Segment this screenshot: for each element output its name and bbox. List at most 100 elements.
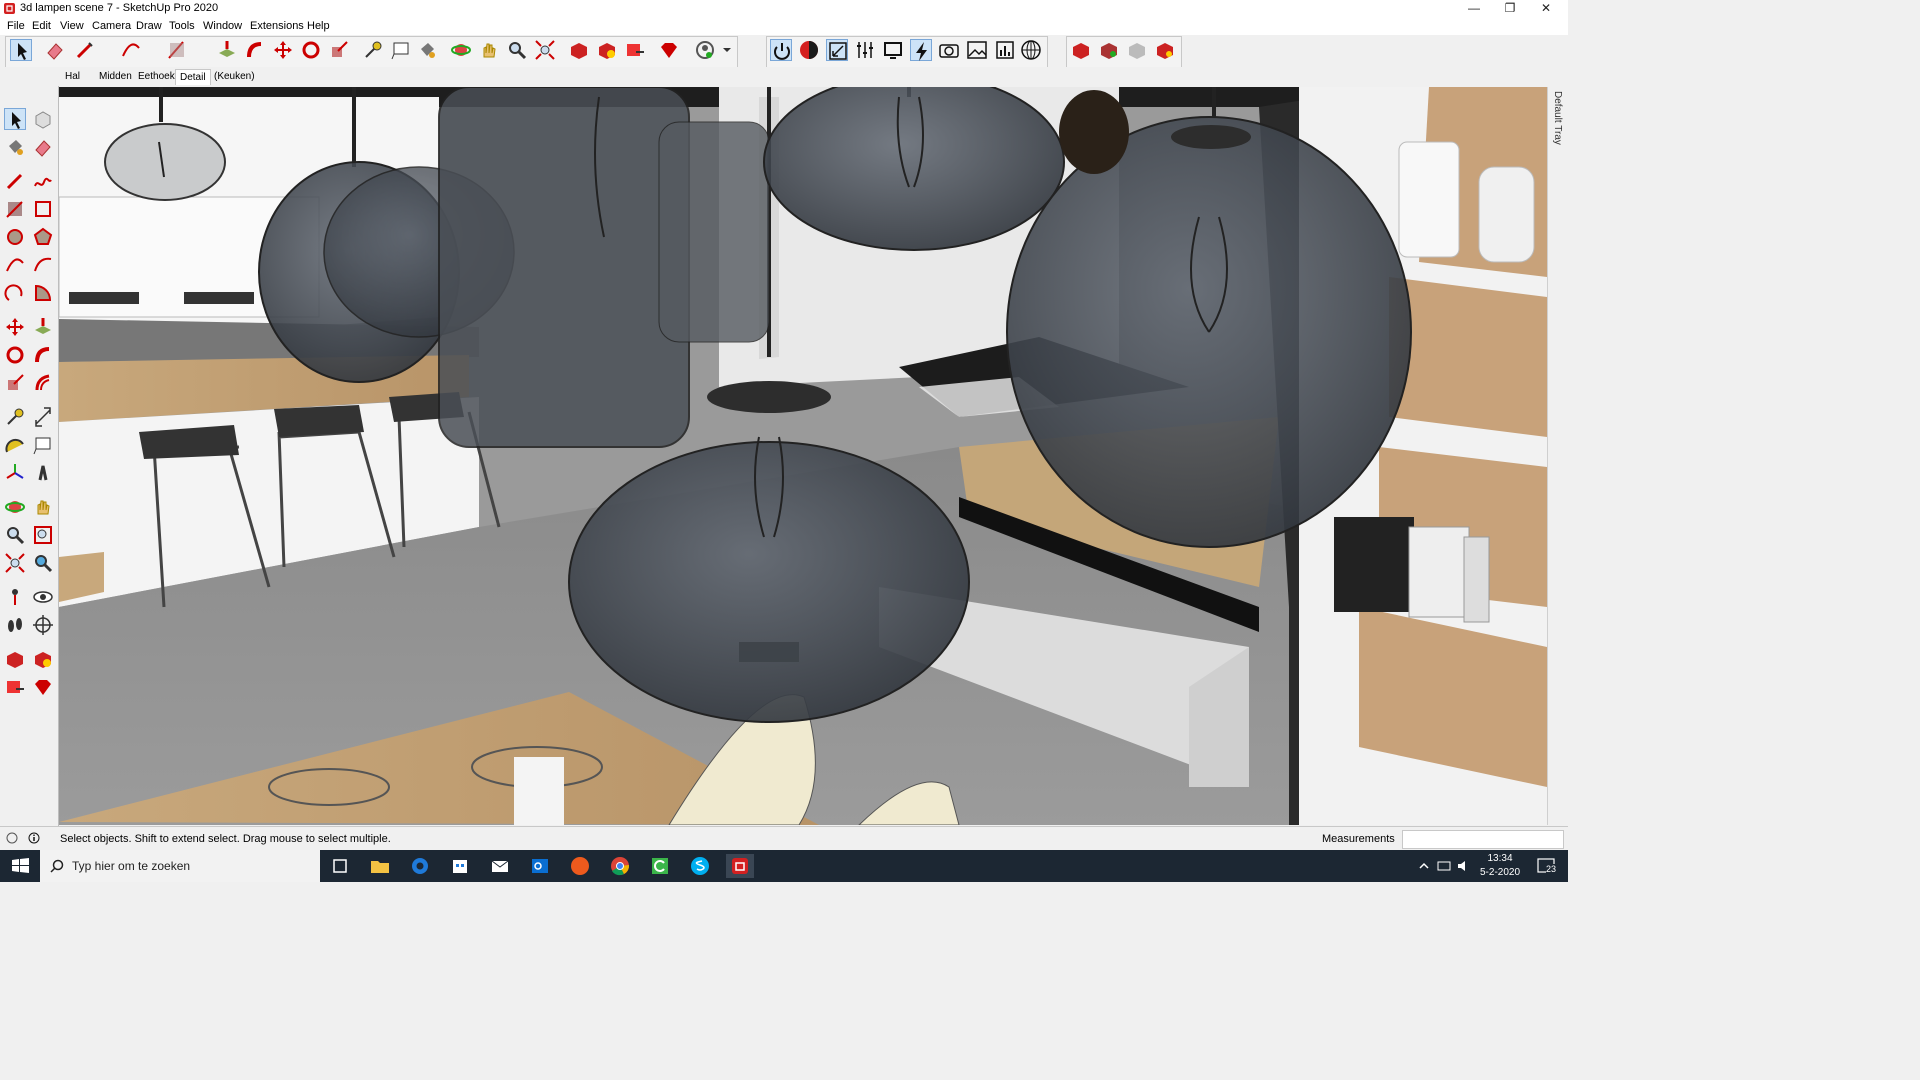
globe-icon[interactable]	[1020, 39, 1042, 61]
stats-icon[interactable]	[994, 39, 1016, 61]
menu-file[interactable]: File	[7, 20, 25, 32]
zoom-extents-tool-icon[interactable]	[4, 552, 26, 574]
select-tool-icon[interactable]	[4, 108, 26, 130]
offset-tool-icon[interactable]	[32, 372, 54, 394]
menu-window[interactable]: Window	[203, 20, 242, 32]
eraser-tool-icon[interactable]	[32, 136, 54, 158]
line-tool-icon[interactable]	[4, 170, 26, 192]
orbit-tool-icon[interactable]	[4, 496, 26, 518]
geolocation-icon[interactable]	[6, 832, 18, 844]
position-camera-tool-icon[interactable]	[4, 586, 26, 608]
store-icon[interactable]	[446, 854, 474, 878]
power-icon[interactable]	[770, 39, 792, 61]
eraser-icon[interactable]	[44, 39, 66, 61]
text-icon[interactable]	[390, 39, 412, 61]
plugin-b-icon[interactable]	[1098, 39, 1120, 61]
image-editor-icon[interactable]	[966, 39, 988, 61]
extension-manager-icon[interactable]	[658, 39, 680, 61]
tape-measure-tool-icon[interactable]	[4, 406, 26, 428]
3d-viewport[interactable]	[59, 87, 1547, 825]
layout-tool-icon[interactable]	[4, 676, 26, 698]
follow-me-tool-icon[interactable]	[32, 344, 54, 366]
look-around-tool-icon[interactable]	[32, 586, 54, 608]
push-pull-tool-icon[interactable]	[32, 316, 54, 338]
select-icon[interactable]	[10, 39, 32, 61]
move-tool-icon[interactable]	[4, 316, 26, 338]
scale-window-icon[interactable]	[826, 39, 848, 61]
3d-text-tool-icon[interactable]	[32, 462, 54, 484]
pan-tool-icon[interactable]	[32, 496, 54, 518]
walk-tool-icon[interactable]	[4, 614, 26, 636]
push-pull-icon[interactable]	[216, 39, 238, 61]
move-icon[interactable]	[272, 39, 294, 61]
sketchup-taskbar-icon[interactable]	[726, 854, 754, 878]
menu-help[interactable]: Help	[307, 20, 330, 32]
scene-tab-keuken[interactable]: (Keuken)	[210, 69, 259, 84]
pie-tool-icon[interactable]	[32, 282, 54, 304]
taskbar-clock[interactable]: 13:34 5-2-2020	[1476, 852, 1524, 880]
3d-warehouse-icon[interactable]	[568, 39, 590, 61]
menu-edit[interactable]: Edit	[32, 20, 51, 32]
lightning-icon[interactable]	[910, 39, 932, 61]
previous-view-tool-icon[interactable]	[32, 552, 54, 574]
three-point-arc-tool-icon[interactable]	[4, 282, 26, 304]
freehand-tool-icon[interactable]	[32, 170, 54, 192]
account-icon[interactable]	[694, 39, 716, 61]
zoom-tool-icon[interactable]	[4, 524, 26, 546]
skype-icon[interactable]	[686, 854, 714, 878]
scene-tab-midden[interactable]: Midden	[95, 69, 136, 84]
edge-icon[interactable]	[406, 854, 434, 878]
paint-bucket-icon[interactable]	[416, 39, 438, 61]
zoom-icon[interactable]	[506, 39, 528, 61]
pan-icon[interactable]	[478, 39, 500, 61]
menu-extensions[interactable]: Extensions	[250, 20, 304, 32]
render-icon[interactable]	[798, 39, 820, 61]
arc-icon[interactable]	[120, 39, 142, 61]
network-icon[interactable]	[1430, 854, 1451, 878]
rotate-tool-icon[interactable]	[4, 344, 26, 366]
close-button[interactable]: ✕	[1528, 0, 1564, 18]
scene-tab-detail[interactable]: Detail	[175, 69, 211, 85]
act-app-icon[interactable]	[566, 854, 594, 878]
settings-sliders-icon[interactable]	[854, 39, 876, 61]
volume-icon[interactable]	[1450, 854, 1470, 878]
scene-tab-eethoek[interactable]: Eethoek	[134, 69, 179, 84]
rotated-rectangle-tool-icon[interactable]	[32, 198, 54, 220]
chrome-icon[interactable]	[606, 854, 634, 878]
task-view-icon[interactable]	[326, 854, 354, 878]
polygon-tool-icon[interactable]	[32, 226, 54, 248]
protractor-tool-icon[interactable]	[4, 434, 26, 456]
camera-icon[interactable]	[938, 39, 960, 61]
two-point-arc-tool-icon[interactable]	[32, 254, 54, 276]
default-tray-label[interactable]: Default Tray	[1552, 91, 1563, 145]
outlook-icon[interactable]	[526, 854, 554, 878]
arc-tool-icon[interactable]	[4, 254, 26, 276]
tray-chevron-icon[interactable]	[1410, 854, 1430, 878]
notification-center-icon[interactable]: 23	[1532, 854, 1562, 878]
account-dropdown-chevron-icon[interactable]	[716, 39, 731, 61]
menu-view[interactable]: View	[60, 20, 84, 32]
scene-tab-hal[interactable]: Hal	[61, 69, 84, 84]
text-tool-icon[interactable]	[32, 434, 54, 456]
plugin-c-icon[interactable]	[1126, 39, 1148, 61]
orbit-icon[interactable]	[450, 39, 472, 61]
measurements-input[interactable]	[1402, 830, 1564, 849]
default-tray[interactable]: Default Tray	[1547, 87, 1569, 825]
menu-tools[interactable]: Tools	[169, 20, 195, 32]
taskbar-search[interactable]: Typ hier om te zoeken	[40, 850, 320, 882]
scale-icon[interactable]	[328, 39, 350, 61]
layout-send-icon[interactable]	[624, 39, 646, 61]
plugin-a-icon[interactable]	[1070, 39, 1092, 61]
follow-me-icon[interactable]	[244, 39, 266, 61]
rendered-scene[interactable]	[59, 87, 1547, 825]
scale-tool-icon[interactable]	[4, 372, 26, 394]
component-tool-icon[interactable]	[32, 108, 54, 130]
zoom-extents-icon[interactable]	[534, 39, 556, 61]
file-explorer-icon[interactable]	[366, 854, 394, 878]
section-plane-tool-icon[interactable]	[32, 614, 54, 636]
menu-draw[interactable]: Draw	[136, 20, 162, 32]
ruby-tool-icon[interactable]	[32, 676, 54, 698]
menu-camera[interactable]: Camera	[92, 20, 131, 32]
warehouse-tool-icon[interactable]	[4, 648, 26, 670]
restore-button[interactable]: ❐	[1492, 0, 1528, 18]
